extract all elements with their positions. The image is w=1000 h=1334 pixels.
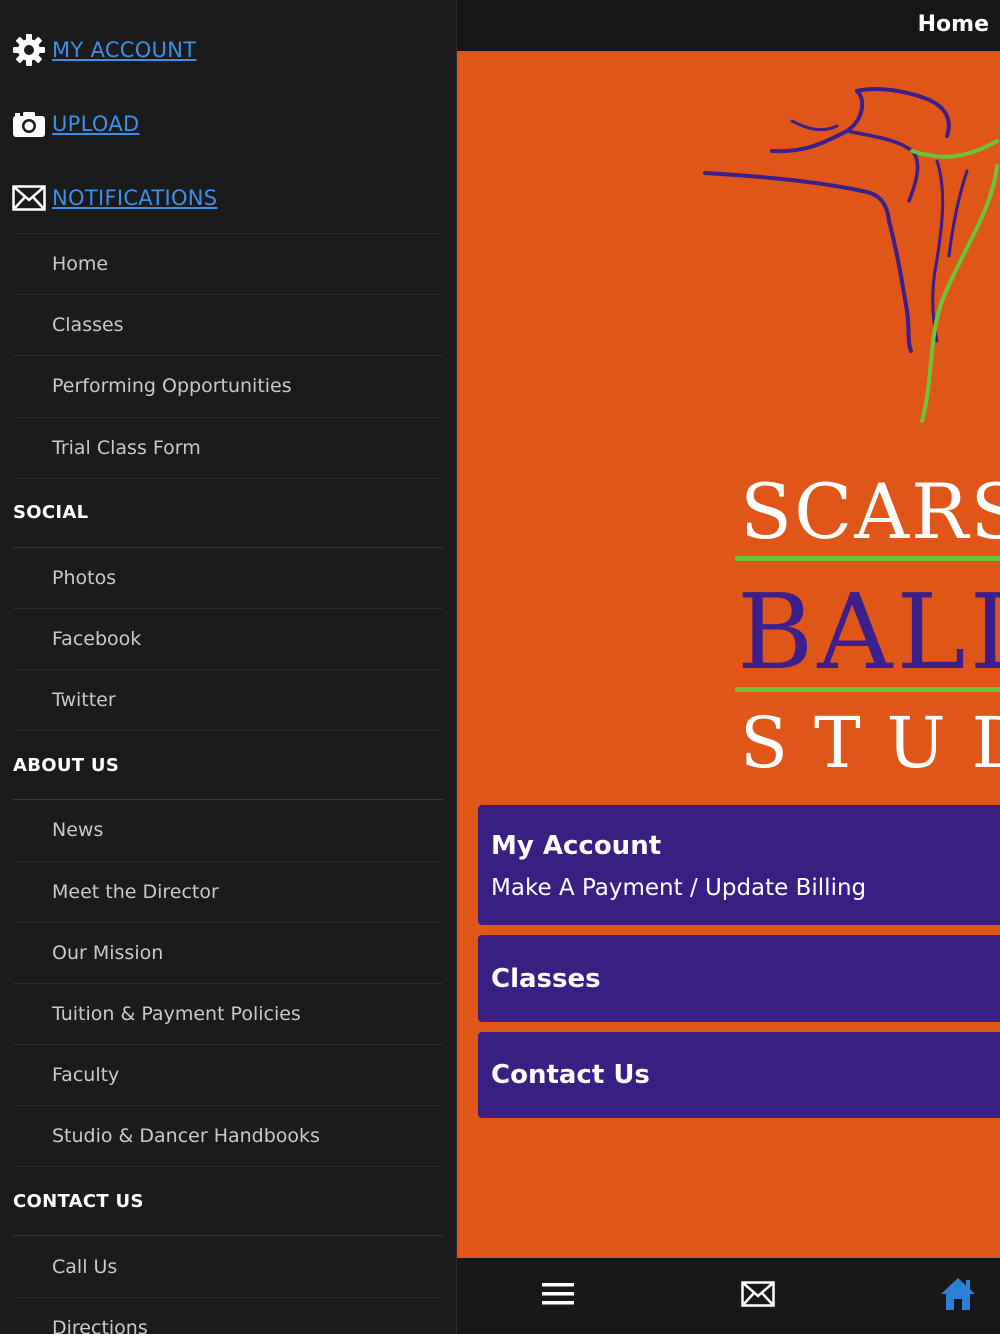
messages-tab-button[interactable] [738, 1276, 778, 1316]
my-account-card[interactable]: My Account Make A Payment / Update Billi… [478, 805, 1000, 925]
card-subtitle: Make A Payment / Update Billing [491, 875, 867, 901]
upload-label: UPLOAD [52, 112, 140, 136]
hero-banner: SCARSD BALL STUD My Account Make A Payme… [457, 51, 1000, 1258]
classes-card[interactable]: Classes [478, 935, 1000, 1022]
notifications-label: NOTIFICATIONS [52, 186, 218, 210]
gear-icon [12, 33, 46, 67]
dancer-logo-illustration [703, 87, 999, 423]
sidebar-item-classes[interactable]: Classes [13, 294, 443, 355]
menu-icon [541, 1281, 575, 1311]
menu-tab-button[interactable] [538, 1276, 578, 1316]
sidebar-item-home[interactable]: Home [13, 233, 443, 294]
logo-divider-bottom [735, 687, 1000, 692]
sidebar-item-directions[interactable]: Directions [13, 1296, 443, 1334]
section-heading-contact-us: CONTACT US [13, 1166, 443, 1235]
sidebar-item-news[interactable]: News [13, 799, 443, 860]
sidebar-item-faculty[interactable]: Faculty [13, 1044, 443, 1105]
sidebar-menu-list: Home Classes Performing Opportunities Tr… [13, 233, 443, 1334]
logo-text-line3: STUD [740, 702, 1000, 784]
upload-link[interactable]: UPLOAD [12, 104, 139, 144]
camera-icon [12, 107, 46, 141]
sidebar-item-trial-class-form[interactable]: Trial Class Form [13, 416, 443, 478]
sidebar-item-call-us[interactable]: Call Us [13, 1235, 443, 1296]
sidebar-item-meet-the-director[interactable]: Meet the Director [13, 860, 443, 922]
sidebar-item-our-mission[interactable]: Our Mission [13, 921, 443, 983]
logo-divider-top [735, 556, 1000, 561]
contact-us-card[interactable]: Contact Us [478, 1032, 1000, 1118]
sidebar-item-photos[interactable]: Photos [13, 546, 443, 608]
home-tab-button[interactable] [938, 1276, 978, 1316]
logo-text-line1: SCARSD [740, 467, 1000, 556]
sidebar-item-twitter[interactable]: Twitter [13, 669, 443, 730]
my-account-link[interactable]: MY ACCOUNT [12, 30, 196, 70]
home-icon [940, 1277, 976, 1315]
card-title: Contact Us [491, 1060, 650, 1090]
sidebar-item-tuition-payment-policies[interactable]: Tuition & Payment Policies [13, 982, 443, 1044]
main-panel: Home SCARSD BALL STUD My Account Make [456, 0, 1000, 1334]
logo-text-line2: BALL [737, 571, 1000, 693]
page-title: Home [917, 12, 989, 37]
envelope-icon [12, 181, 46, 215]
card-title: My Account [491, 831, 662, 861]
section-heading-about-us: ABOUT US [13, 730, 443, 799]
section-heading-social: SOCIAL [13, 477, 443, 547]
envelope-icon [741, 1281, 775, 1311]
notifications-link[interactable]: NOTIFICATIONS [12, 178, 217, 218]
sidebar-item-performing-opportunities[interactable]: Performing Opportunities [13, 355, 443, 416]
bottom-tab-bar [457, 1258, 1000, 1334]
my-account-label: MY ACCOUNT [52, 38, 197, 62]
card-title: Classes [491, 963, 601, 994]
sidebar-item-handbooks[interactable]: Studio & Dancer Handbooks [13, 1105, 443, 1166]
side-menu: MY ACCOUNT UPLOAD NOTIFICATIONS Home Cla… [0, 0, 456, 1334]
sidebar-item-facebook[interactable]: Facebook [13, 607, 443, 669]
top-bar: Home [457, 0, 1000, 51]
